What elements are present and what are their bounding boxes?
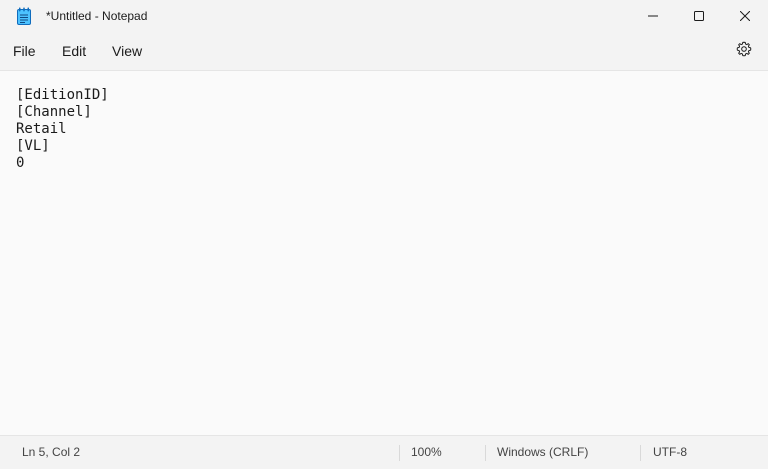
notepad-window: *Untitled - Notepad File Edit View [Edit… xyxy=(0,0,768,467)
settings-button[interactable] xyxy=(734,41,754,61)
menu-file[interactable]: File xyxy=(13,32,36,70)
encoding: UTF-8 xyxy=(653,445,687,459)
close-button[interactable] xyxy=(722,0,768,32)
title-bar[interactable]: *Untitled - Notepad xyxy=(0,0,768,32)
gear-icon xyxy=(736,41,752,62)
window-title: *Untitled - Notepad xyxy=(46,9,148,23)
maximize-icon xyxy=(694,11,704,21)
minimize-icon xyxy=(648,11,658,21)
maximize-button[interactable] xyxy=(676,0,722,32)
status-divider xyxy=(399,445,400,461)
menu-bar: File Edit View xyxy=(0,32,768,70)
status-bar: Ln 5, Col 2 100% Windows (CRLF) UTF-8 xyxy=(0,436,768,467)
notepad-icon xyxy=(16,7,32,25)
zoom-level: 100% xyxy=(411,445,442,459)
menu-view[interactable]: View xyxy=(112,32,142,70)
menu-edit[interactable]: Edit xyxy=(62,32,86,70)
text-editor[interactable]: [EditionID] [Channel] Retail [VL] 0 xyxy=(0,70,768,436)
status-divider xyxy=(485,445,486,461)
minimize-button[interactable] xyxy=(630,0,676,32)
close-icon xyxy=(740,11,750,21)
editor-content[interactable]: [EditionID] [Channel] Retail [VL] 0 xyxy=(16,87,109,172)
cursor-position: Ln 5, Col 2 xyxy=(22,445,81,459)
status-divider xyxy=(640,445,641,461)
line-ending: Windows (CRLF) xyxy=(497,445,589,459)
